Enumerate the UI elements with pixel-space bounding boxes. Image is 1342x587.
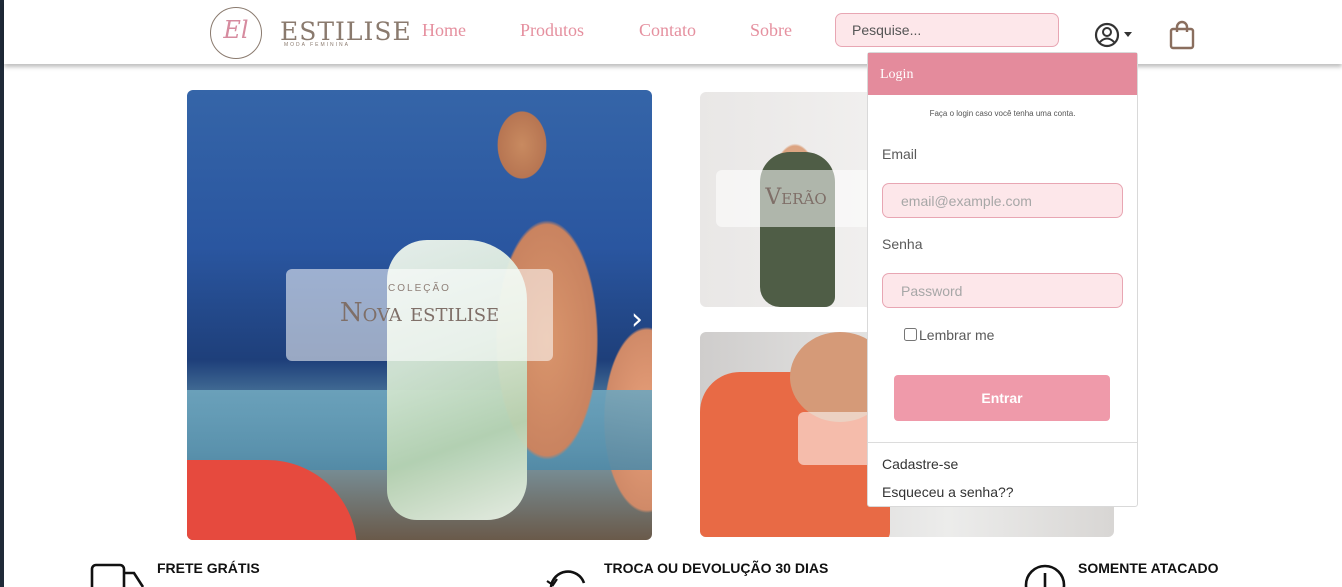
- feature-free-shipping: FRETE GRÁTIS: [157, 560, 260, 576]
- hero-photo-float: [187, 460, 357, 540]
- search-input[interactable]: [835, 13, 1059, 47]
- brand-logo[interactable]: El ESTILISE MODA FEMININA: [200, 5, 411, 60]
- nav-contato[interactable]: Contato: [639, 20, 696, 41]
- remember-label: Lembrar me: [919, 327, 995, 343]
- login-title: Login: [868, 53, 1137, 95]
- email-label: Email: [882, 146, 918, 162]
- logo-tagline: MODA FEMININA: [284, 42, 351, 48]
- carousel-indicators: [390, 536, 450, 540]
- hero-caption[interactable]: COLEÇÃO Nova estilise: [286, 269, 553, 361]
- hero-title: Nova estilise: [339, 298, 500, 328]
- login-dropdown: Login Faça o login caso você tenha uma c…: [867, 52, 1138, 507]
- site-header: El ESTILISE MODA FEMININA Home Produtos …: [4, 0, 1342, 64]
- nav-produtos[interactable]: Produtos: [520, 20, 584, 41]
- user-menu-button[interactable]: [1094, 22, 1134, 48]
- remember-checkbox[interactable]: [904, 328, 917, 341]
- password-label: Senha: [882, 236, 923, 252]
- truck-icon: [90, 563, 145, 587]
- summer-title: Verão: [765, 185, 827, 210]
- hero-carousel[interactable]: COLEÇÃO Nova estilise ›: [187, 90, 652, 540]
- hero-kicker: COLEÇÃO: [388, 283, 451, 294]
- return-icon: [546, 570, 586, 587]
- password-field[interactable]: [882, 273, 1123, 308]
- remember-me[interactable]: Lembrar me: [904, 327, 994, 343]
- email-field[interactable]: [882, 183, 1123, 218]
- signup-link[interactable]: Cadastre-se: [882, 456, 958, 472]
- feature-return: TROCA OU DEVOLUÇÃO 30 DIAS: [604, 560, 829, 576]
- user-circle-icon: [1094, 22, 1132, 48]
- shopping-bag-button[interactable]: [1169, 20, 1195, 50]
- info-icon: [1024, 564, 1066, 587]
- caret-down-icon: [1124, 32, 1132, 37]
- forgot-password-link[interactable]: Esqueceu a senha??: [882, 484, 1014, 500]
- feature-wholesale: SOMENTE ATACADO: [1078, 560, 1219, 576]
- login-submit-button[interactable]: Entrar: [894, 375, 1110, 421]
- window-edge: [0, 0, 4, 587]
- nav-home[interactable]: Home: [422, 20, 466, 41]
- nav-sobre[interactable]: Sobre: [750, 20, 792, 41]
- login-note: Faça o login caso você tenha uma conta.: [929, 109, 1076, 118]
- login-divider: [868, 442, 1137, 443]
- logo-monogram: El: [223, 16, 249, 44]
- summer-caption: Verão: [716, 170, 876, 227]
- chevron-right-icon[interactable]: ›: [631, 302, 643, 337]
- shopping-bag-icon: [1169, 20, 1195, 50]
